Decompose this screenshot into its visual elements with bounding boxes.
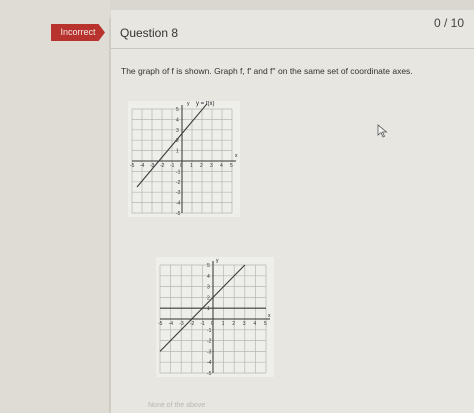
x-tick-label: -4 <box>169 321 174 327</box>
x-tick-label: -2 <box>190 321 195 327</box>
y-tick-label: -2 <box>176 180 181 186</box>
y-tick-label: 3 <box>176 128 179 134</box>
function-label: y = f(x) <box>196 101 215 107</box>
y-tick-label: -5 <box>176 211 181 217</box>
x-tick-label: -1 <box>170 163 175 169</box>
graph-given-f: -5 -4 -3 -2 -1 0 1 2 3 4 554321-1-2-3-4-5 y = f(x)… <box>128 101 240 217</box>
question-header: Question 8 0 / 10 <box>111 10 474 49</box>
x-tick-label: -3 <box>179 321 184 327</box>
x-tick-label: 5 <box>264 321 267 327</box>
x-tick-label: 0 <box>180 163 183 169</box>
y-tick-label: -1 <box>176 169 181 175</box>
y-tick-label: -4 <box>207 360 212 366</box>
y-tick-label: 1 <box>207 306 210 312</box>
x-tick-label: 1 <box>222 321 225 327</box>
x-tick-label: -1 <box>200 321 205 327</box>
y-tick-label: -1 <box>207 328 212 334</box>
y-tick-label: -3 <box>207 349 212 355</box>
graph-answer: -5 -4 -3 -2 -1 0 1 2 3 4 554321-1-2-3-4-5 y x <box>156 257 274 377</box>
y-tick-label: 4 <box>176 117 179 123</box>
answer-option-text[interactable]: None of the above <box>148 402 205 409</box>
y-tick-label: -4 <box>176 201 181 207</box>
x-tick-label: 5 <box>230 163 233 169</box>
x-tick-label: 4 <box>253 321 256 327</box>
x-tick-label: 0 <box>211 321 214 327</box>
y-tick-label: 4 <box>207 274 210 280</box>
left-rail <box>0 0 110 413</box>
x-tick-label: 2 <box>232 321 235 327</box>
question-score: 0 / 10 <box>433 16 464 30</box>
x-tick-label: 1 <box>190 163 193 169</box>
y-tick-label: 1 <box>176 149 179 155</box>
x-tick-label: 3 <box>210 163 213 169</box>
question-title: Question 8 <box>120 26 179 40</box>
x-tick-label: 2 <box>200 163 203 169</box>
x-tick-label: -2 <box>160 163 165 169</box>
question-prompt: The graph of f is shown. Graph f, f' and… <box>121 66 413 76</box>
x-tick-label: -5 <box>158 321 163 327</box>
y-tick-label: 5 <box>207 263 210 269</box>
y-tick-label: -5 <box>207 371 212 377</box>
x-tick-label: 3 <box>243 321 246 327</box>
y-tick-label: -2 <box>207 339 212 345</box>
status-badge: Incorrect <box>51 24 105 41</box>
x-tick-label: 4 <box>220 163 223 169</box>
pointer-cursor-icon <box>377 124 388 138</box>
y-tick-label: -3 <box>176 190 181 196</box>
x-tick-label: -5 <box>130 163 135 169</box>
y-tick-label: 5 <box>176 107 179 113</box>
y-tick-label: 3 <box>207 285 210 291</box>
x-tick-label: -4 <box>140 163 145 169</box>
